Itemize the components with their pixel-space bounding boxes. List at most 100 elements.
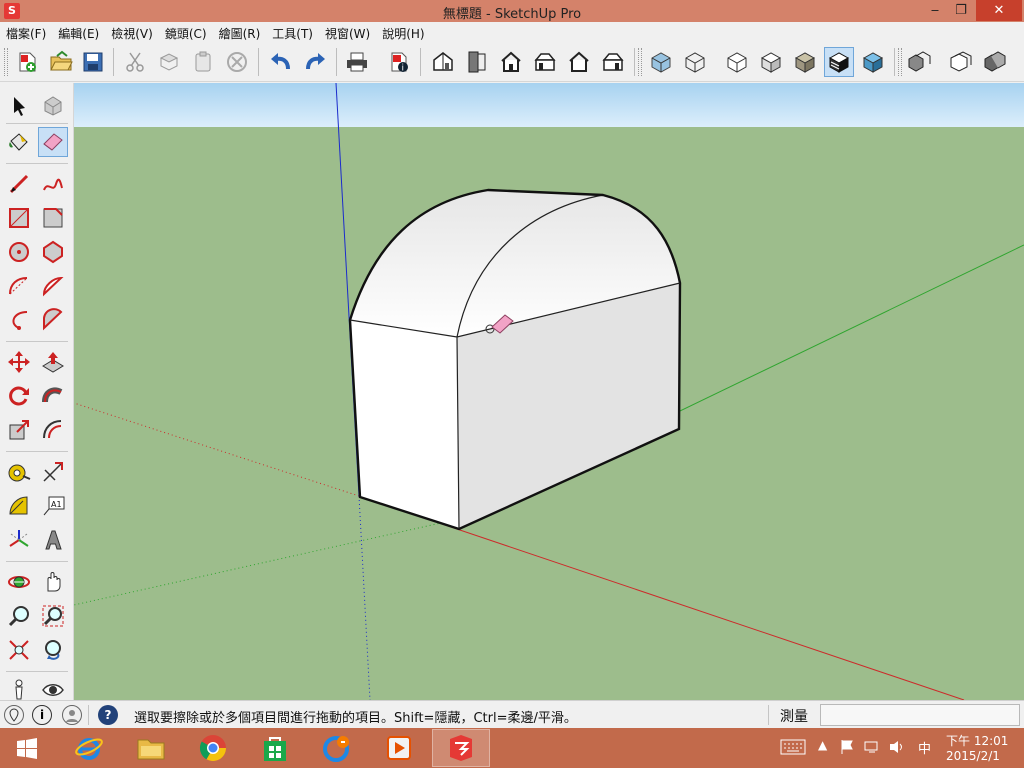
menu-file[interactable]: 檔案(F) [0,22,52,42]
scene-canvas[interactable] [74,83,1024,700]
shaded-style-icon[interactable] [756,47,786,77]
monochrome-style-icon[interactable] [824,47,854,77]
previous-view-icon[interactable] [38,635,68,665]
offset-icon[interactable] [38,415,68,445]
xray-style-icon[interactable] [646,47,676,77]
ie-icon[interactable] [60,729,118,767]
model-viewport[interactable] [74,83,1024,700]
wireframe-style-icon[interactable] [680,47,710,77]
user-account-icon[interactable] [62,705,82,725]
line-icon[interactable] [4,169,34,199]
eraser-icon[interactable] [38,127,68,157]
new-file-icon[interactable] [12,47,42,77]
svg-text:A1: A1 [51,500,62,509]
paint-bucket-icon[interactable] [4,127,34,157]
copy-icon[interactable] [154,47,184,77]
top-view-icon[interactable] [462,47,492,77]
network-status-icon[interactable] [864,739,882,758]
paste-icon[interactable] [188,47,218,77]
protractor-icon[interactable] [4,491,34,521]
left-view-icon[interactable] [598,47,628,77]
3d-text-icon[interactable] [38,525,68,555]
geo-location-icon[interactable] [4,705,24,725]
menu-view[interactable]: 檢視(V) [105,22,159,42]
section-display-icon[interactable] [858,47,888,77]
rotate-icon[interactable] [4,381,34,411]
make-component-icon[interactable] [38,91,68,121]
circle-icon[interactable] [4,237,34,267]
redo-icon[interactable] [300,47,330,77]
zoom-window-icon[interactable] [38,601,68,631]
menu-camera[interactable]: 鏡頭(C) [159,22,213,42]
polygon-icon[interactable] [38,237,68,267]
credits-icon[interactable]: i [32,705,52,725]
three-point-arc-icon[interactable] [4,305,34,335]
cut-icon[interactable] [120,47,150,77]
push-pull-icon[interactable] [38,347,68,377]
shaded-texture-style-icon[interactable] [790,47,820,77]
close-button[interactable]: ✕ [976,0,1022,21]
erase-selection-icon[interactable] [222,47,252,77]
title-bar[interactable]: S 無標題 - SketchUp Pro ‒ ❐ ✕ [0,0,1024,22]
clock-date[interactable]: 2015/2/1 [946,749,1000,763]
pie-icon[interactable] [38,271,68,301]
two-point-arc-icon[interactable] [38,305,68,335]
arc-icon[interactable] [4,271,34,301]
media-player-icon[interactable] [370,729,428,767]
help-icon[interactable]: ? [98,705,118,725]
show-hidden-icons-button[interactable]: ▲ [818,738,827,752]
open-file-icon[interactable] [46,47,76,77]
component-icon[interactable] [904,47,934,77]
chrome-icon[interactable] [184,729,242,767]
scale-icon[interactable] [4,415,34,445]
zoom-extents-icon[interactable] [4,635,34,665]
menu-edit[interactable]: 編輯(E) [52,22,105,42]
undo-icon[interactable] [266,47,296,77]
select-icon[interactable] [4,91,34,121]
menu-help[interactable]: 說明(H) [376,22,430,42]
menu-window[interactable]: 視窗(W) [319,22,376,42]
restore-button[interactable]: ❐ [948,0,974,21]
zoom-icon[interactable] [4,601,34,631]
file-explorer-icon[interactable] [122,729,180,767]
dimension-icon[interactable] [38,457,68,487]
windows-taskbar: ▲ 中 下午 12:01 2015/2/1 [0,728,1024,768]
save-icon[interactable] [78,47,108,77]
rotated-rectangle-icon[interactable] [38,203,68,233]
measurements-box[interactable] [820,704,1020,726]
store-icon[interactable] [246,729,304,767]
input-method-indicator[interactable]: 中 [918,738,931,757]
pan-icon[interactable] [38,567,68,597]
model-front-face [350,320,459,529]
move-icon[interactable] [4,347,34,377]
front-view-icon[interactable] [496,47,526,77]
section-icon[interactable] [980,47,1010,77]
axes-icon[interactable] [4,525,34,555]
model-info-icon[interactable]: i [384,47,414,77]
back-view-icon[interactable] [564,47,594,77]
sketchup-task-icon[interactable] [432,729,490,767]
clock-time[interactable]: 下午 12:01 [946,732,1008,749]
hidden-line-style-icon[interactable] [722,47,752,77]
print-icon[interactable] [342,47,372,77]
volume-icon[interactable] [888,739,906,758]
network-app-icon[interactable] [308,729,366,767]
minimize-button[interactable]: ‒ [922,0,948,21]
orbit-icon[interactable] [4,567,34,597]
right-view-icon[interactable] [530,47,560,77]
window-title: 無標題 - SketchUp Pro [442,7,582,22]
action-center-flag-icon[interactable] [840,739,856,758]
text-icon[interactable]: A1 [38,491,68,521]
iso-view-icon[interactable] [428,47,458,77]
menu-tools[interactable]: 工具(T) [266,22,319,42]
group-icon[interactable] [946,47,976,77]
freehand-icon[interactable] [38,169,68,199]
start-button[interactable] [0,729,54,767]
tape-measure-icon[interactable] [4,457,34,487]
rectangle-icon[interactable] [4,203,34,233]
follow-me-icon[interactable] [38,381,68,411]
menu-draw[interactable]: 繪圖(R) [213,22,267,42]
toolbar-grip[interactable] [4,48,8,76]
tools-palette: A1 [0,83,74,700]
keyboard-icon[interactable] [780,739,806,758]
